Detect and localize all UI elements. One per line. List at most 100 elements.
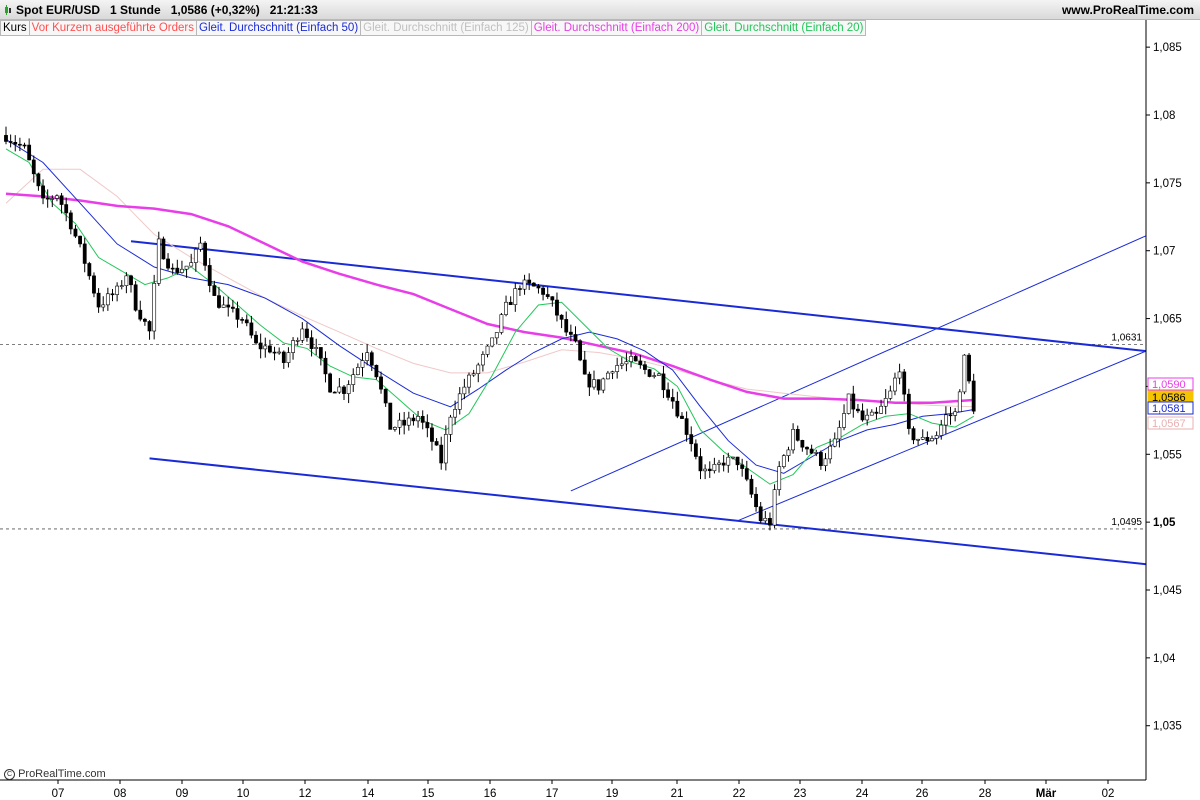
x-tick-label: 12 [299, 788, 312, 800]
candle-body [689, 434, 694, 445]
candle-body [874, 411, 879, 414]
candle-body [731, 456, 735, 459]
candle-body [82, 243, 87, 264]
candle-body [592, 379, 596, 388]
candlestick-icon [5, 5, 11, 15]
y-tick-label: 1,08 [1153, 110, 1175, 122]
y-tick-label: 1,085 [1153, 42, 1182, 54]
candle-body [342, 386, 346, 394]
candle-body [717, 462, 721, 465]
x-tick-label: 02 [1102, 788, 1115, 800]
y-tick-label: 1,045 [1153, 585, 1182, 597]
x-tick-label: 17 [546, 788, 559, 800]
legend-item-recent-orders[interactable]: Vor Kurzem ausgeführte Orders [29, 20, 198, 36]
candle-body [420, 416, 425, 423]
price-tag-label: 1,0567 [1152, 418, 1186, 430]
candle-body [768, 518, 772, 526]
candle-body [36, 173, 41, 187]
candle-body [749, 478, 754, 495]
candle-body [175, 267, 180, 273]
candle-body [712, 464, 717, 472]
candle-body [777, 466, 782, 490]
candle-body [647, 369, 652, 377]
y-tick-label: 1,07 [1153, 246, 1175, 258]
candle-body [754, 493, 758, 508]
candle-body [13, 141, 18, 145]
candle-body [105, 293, 110, 306]
candle-body [448, 416, 453, 435]
candle-body [568, 331, 573, 335]
candle-body [346, 384, 351, 394]
y-tick-label: 1,035 [1153, 721, 1182, 733]
candle-body [643, 364, 647, 370]
candle-body [45, 197, 50, 200]
candle-body [744, 468, 749, 480]
candle-body [467, 374, 471, 388]
candle-body [735, 456, 740, 466]
candle [846, 393, 851, 415]
chart-title: Spot EUR/USD 1 Stunde 1,0586 (+0,32%) 21… [16, 3, 318, 17]
candle [388, 402, 393, 430]
candle-body [166, 258, 170, 269]
x-tick-label: 09 [176, 788, 189, 800]
site-link[interactable]: www.ProRealTime.com [1062, 3, 1194, 17]
candle-body [943, 414, 948, 426]
candle-body [4, 135, 8, 142]
candle [647, 368, 652, 378]
candle-body [939, 424, 944, 436]
candle-body [184, 265, 189, 270]
candle-body [656, 373, 661, 376]
candle-body [823, 458, 828, 466]
candle-body [318, 347, 323, 359]
candle-body [258, 342, 263, 350]
candle-body [189, 262, 194, 267]
x-tick-label: 26 [916, 788, 929, 800]
candle-body [379, 376, 383, 390]
candle-body [703, 468, 708, 472]
candle-body [962, 354, 967, 393]
candle [499, 312, 504, 335]
candle-body [416, 416, 420, 422]
candle-body [499, 314, 504, 333]
candle-body [462, 386, 467, 395]
legend-item-price[interactable]: Kurs [0, 20, 30, 36]
candle-body [518, 288, 522, 290]
candle-body [670, 397, 675, 402]
y-tick-label: 1,075 [1153, 178, 1182, 190]
candle-body [138, 309, 143, 320]
candle [967, 353, 971, 384]
price-chart[interactable]: 1,0631 1,0495 1,035 1,04 1,045 1,05 1,055 1,06… [0, 0, 1200, 800]
candle-body [337, 386, 342, 393]
candle-body [485, 345, 490, 355]
candle-body [92, 275, 96, 294]
candle-body [772, 489, 777, 526]
candle-body [406, 417, 411, 426]
candle-body [846, 393, 851, 414]
candle-body [698, 456, 703, 472]
candle-body [87, 263, 92, 277]
candle-body [193, 248, 198, 263]
x-tick-label: 07 [52, 788, 65, 800]
candle-body [837, 427, 842, 440]
y-tick-label: 1,055 [1153, 449, 1182, 461]
legend-item-sma-50[interactable]: Gleit. Durchschnitt (Einfach 50) [197, 20, 362, 36]
candle-body [332, 391, 337, 394]
candle-body [504, 301, 508, 315]
candle-body [721, 462, 726, 466]
legend-item-sma-125[interactable]: Gleit. Durchschnitt (Einfach 125) [361, 20, 532, 36]
indicator-legend: Kurs Vor Kurzem ausgeführte Orders Gleit… [0, 20, 867, 36]
candle-body [323, 357, 328, 375]
candle-body [707, 468, 712, 472]
candle-body [930, 438, 934, 442]
candle-body [143, 318, 147, 322]
legend-item-sma-200[interactable]: Gleit. Durchschnitt (Einfach 200) [531, 20, 703, 36]
candle-body [221, 304, 226, 308]
candle-body [619, 363, 624, 366]
legend-item-sma-20[interactable]: Gleit. Durchschnitt (Einfach 20) [702, 20, 867, 36]
level-label: 1,0631 [1111, 332, 1142, 343]
candle [156, 231, 161, 286]
candle-body [55, 195, 59, 199]
candle-body [59, 195, 64, 205]
x-tick-label: 16 [484, 788, 497, 800]
candle-body [948, 414, 953, 417]
